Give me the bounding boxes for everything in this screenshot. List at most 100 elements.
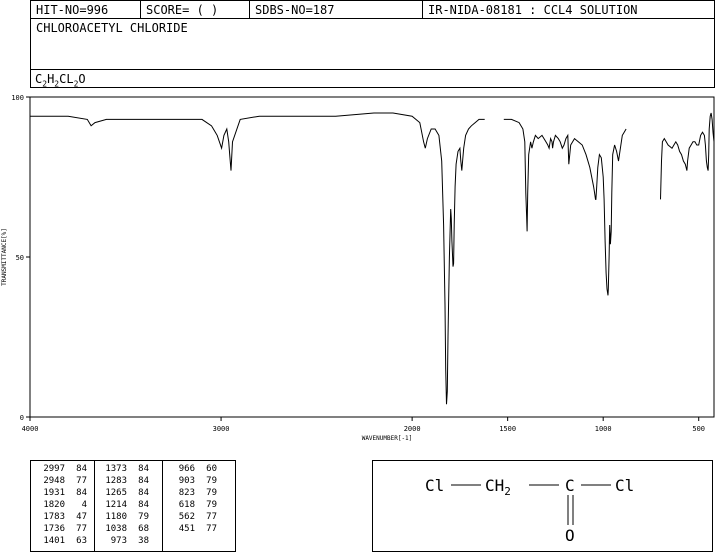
y-tick-label: 50 — [16, 254, 24, 262]
peak-transmittance: 38 — [138, 536, 149, 546]
peak-wavenumber: 903 — [178, 476, 195, 486]
peak-table-divider — [94, 461, 95, 551]
peak-row: 903 79 — [165, 475, 217, 487]
peak-row: 618 79 — [165, 499, 217, 511]
peak-column: 966 60 903 79 823 79 618 79 562 77 451 77 — [165, 463, 217, 535]
peak-row: 562 77 — [165, 511, 217, 523]
spectrum-line — [503, 118, 627, 296]
peak-wavenumber: 1820 — [43, 500, 65, 510]
y-tick-label: 100 — [11, 94, 24, 102]
peak-transmittance: 60 — [206, 464, 217, 474]
peak-wavenumber: 1373 — [105, 464, 127, 474]
peak-transmittance: 84 — [76, 464, 87, 474]
peak-wavenumber: 973 — [110, 536, 127, 546]
compound-name-box: CHLOROACETYL CHLORIDE — [30, 18, 715, 70]
oxygen-atom: O — [565, 526, 575, 545]
peak-row: 1820 4 — [35, 499, 87, 511]
peak-row: 1401 63 — [35, 535, 87, 547]
peak-wavenumber: 1283 — [105, 476, 127, 486]
peak-transmittance: 84 — [138, 476, 149, 486]
peak-row: 1180 79 — [97, 511, 149, 523]
compound-name: CHLOROACETYL CHLORIDE — [36, 21, 188, 35]
peak-transmittance: 77 — [206, 524, 217, 534]
carbonyl-carbon: C — [565, 476, 575, 495]
peak-row: 2948 77 — [35, 475, 87, 487]
peak-transmittance: 77 — [76, 476, 87, 486]
peak-transmittance: 84 — [76, 488, 87, 498]
peak-row: 1214 84 — [97, 499, 149, 511]
peak-transmittance: 4 — [81, 500, 87, 510]
peak-wavenumber: 966 — [178, 464, 195, 474]
peak-transmittance: 68 — [138, 524, 149, 534]
score-label: SCORE= ( ) — [141, 1, 250, 19]
x-tick-label: 2000 — [404, 425, 421, 433]
peak-row: 1783 47 — [35, 511, 87, 523]
plot-frame — [29, 96, 715, 418]
ir-info-label: IR-NIDA-08181 : CCL4 SOLUTION — [428, 3, 638, 17]
spectrum-line — [660, 112, 715, 200]
x-tick-label: 4000 — [22, 425, 39, 433]
ch2-main: CH — [485, 476, 504, 495]
peak-wavenumber: 1736 — [43, 524, 65, 534]
y-tick-label: 0 — [20, 414, 24, 422]
peak-wavenumber: 1265 — [105, 488, 127, 498]
peak-row: 1038 68 — [97, 523, 149, 535]
x-tick-label: 1000 — [595, 425, 612, 433]
hit-no-label: HIT-NO=996 — [31, 1, 141, 19]
peak-wavenumber: 618 — [178, 500, 195, 510]
peak-row: 823 79 — [165, 487, 217, 499]
formula-element: O — [78, 72, 86, 86]
peak-table: 2997 84 2948 77 1931 84 1820 4 1783 47 1736 77 1401 6… — [30, 460, 236, 552]
header-bar: HIT-NO=996 SCORE= ( ) SDBS-NO=187 IR-NID… — [30, 0, 715, 19]
peak-transmittance: 79 — [206, 476, 217, 486]
formula-element: CL — [59, 72, 74, 86]
peak-transmittance: 84 — [138, 488, 149, 498]
peak-column: 1373 84 1283 84 1265 84 1214 84 1180 79 1038 68 973 3… — [97, 463, 149, 547]
peak-wavenumber: 562 — [178, 512, 195, 522]
peak-row: 451 77 — [165, 523, 217, 535]
y-axis-label: TRANSMITTANCE[%] — [1, 228, 8, 286]
cl-right-atom: Cl — [615, 476, 634, 495]
peak-wavenumber: 1180 — [105, 512, 127, 522]
x-tick-label: 1500 — [499, 425, 516, 433]
peak-transmittance: 79 — [206, 500, 217, 510]
ch2-subscript: 2 — [504, 485, 511, 498]
peak-transmittance: 79 — [206, 488, 217, 498]
peak-transmittance: 84 — [138, 464, 149, 474]
structure-box: Cl CH2 C Cl O — [372, 460, 713, 552]
peak-row: 1373 84 — [97, 463, 149, 475]
x-tick-label: 500 — [692, 425, 705, 433]
peak-wavenumber: 1401 — [43, 536, 65, 546]
peak-transmittance: 47 — [76, 512, 87, 522]
peak-wavenumber: 1038 — [105, 524, 127, 534]
peak-wavenumber: 1783 — [43, 512, 65, 522]
peak-row: 2997 84 — [35, 463, 87, 475]
peak-transmittance: 79 — [138, 512, 149, 522]
peak-row: 1931 84 — [35, 487, 87, 499]
peak-wavenumber: 451 — [178, 524, 195, 534]
x-axis-label: WAVENUMBER[-1] — [362, 435, 413, 442]
peak-row: 1736 77 — [35, 523, 87, 535]
peak-wavenumber: 2997 — [43, 464, 65, 474]
peak-wavenumber: 823 — [178, 488, 195, 498]
peak-row: 966 60 — [165, 463, 217, 475]
peak-wavenumber: 1214 — [105, 500, 127, 510]
cl-left-atom: Cl — [425, 476, 444, 495]
peak-row: 973 38 — [97, 535, 149, 547]
peak-table-divider — [162, 461, 163, 551]
peak-row: 1265 84 — [97, 487, 149, 499]
peak-transmittance: 63 — [76, 536, 87, 546]
formula-box: C2H2CL2O — [30, 69, 715, 88]
x-tick-label: 3000 — [213, 425, 230, 433]
peak-transmittance: 77 — [206, 512, 217, 522]
ch2-group: CH2 — [485, 476, 511, 498]
peak-wavenumber: 1931 — [43, 488, 65, 498]
structure-diagram: Cl CH2 C Cl O — [425, 476, 634, 545]
peak-column: 2997 84 2948 77 1931 84 1820 4 1783 47 1736 77 1401 6… — [35, 463, 87, 547]
spectrum-line — [30, 112, 485, 405]
peak-wavenumber: 2948 — [43, 476, 65, 486]
peak-row: 1283 84 — [97, 475, 149, 487]
peak-transmittance: 84 — [138, 500, 149, 510]
peak-transmittance: 77 — [76, 524, 87, 534]
sdbs-no-label: SDBS-NO=187 — [250, 1, 423, 19]
